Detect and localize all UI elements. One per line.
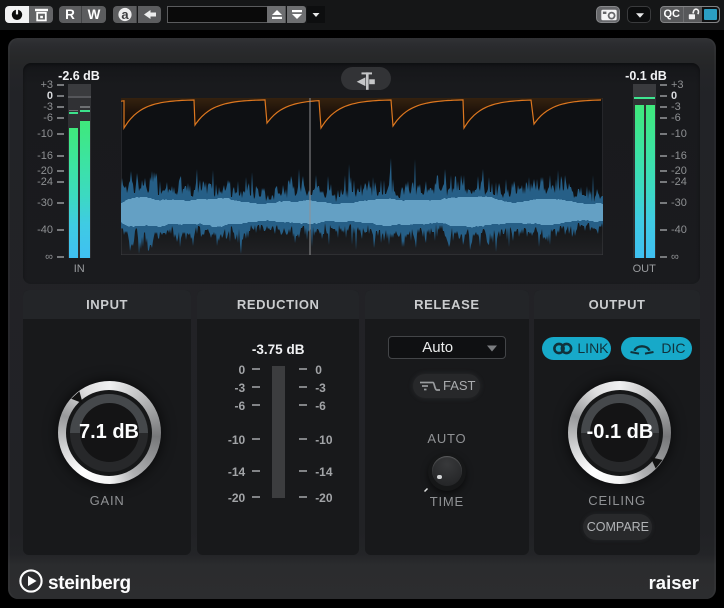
svg-text:a: a: [121, 7, 129, 22]
